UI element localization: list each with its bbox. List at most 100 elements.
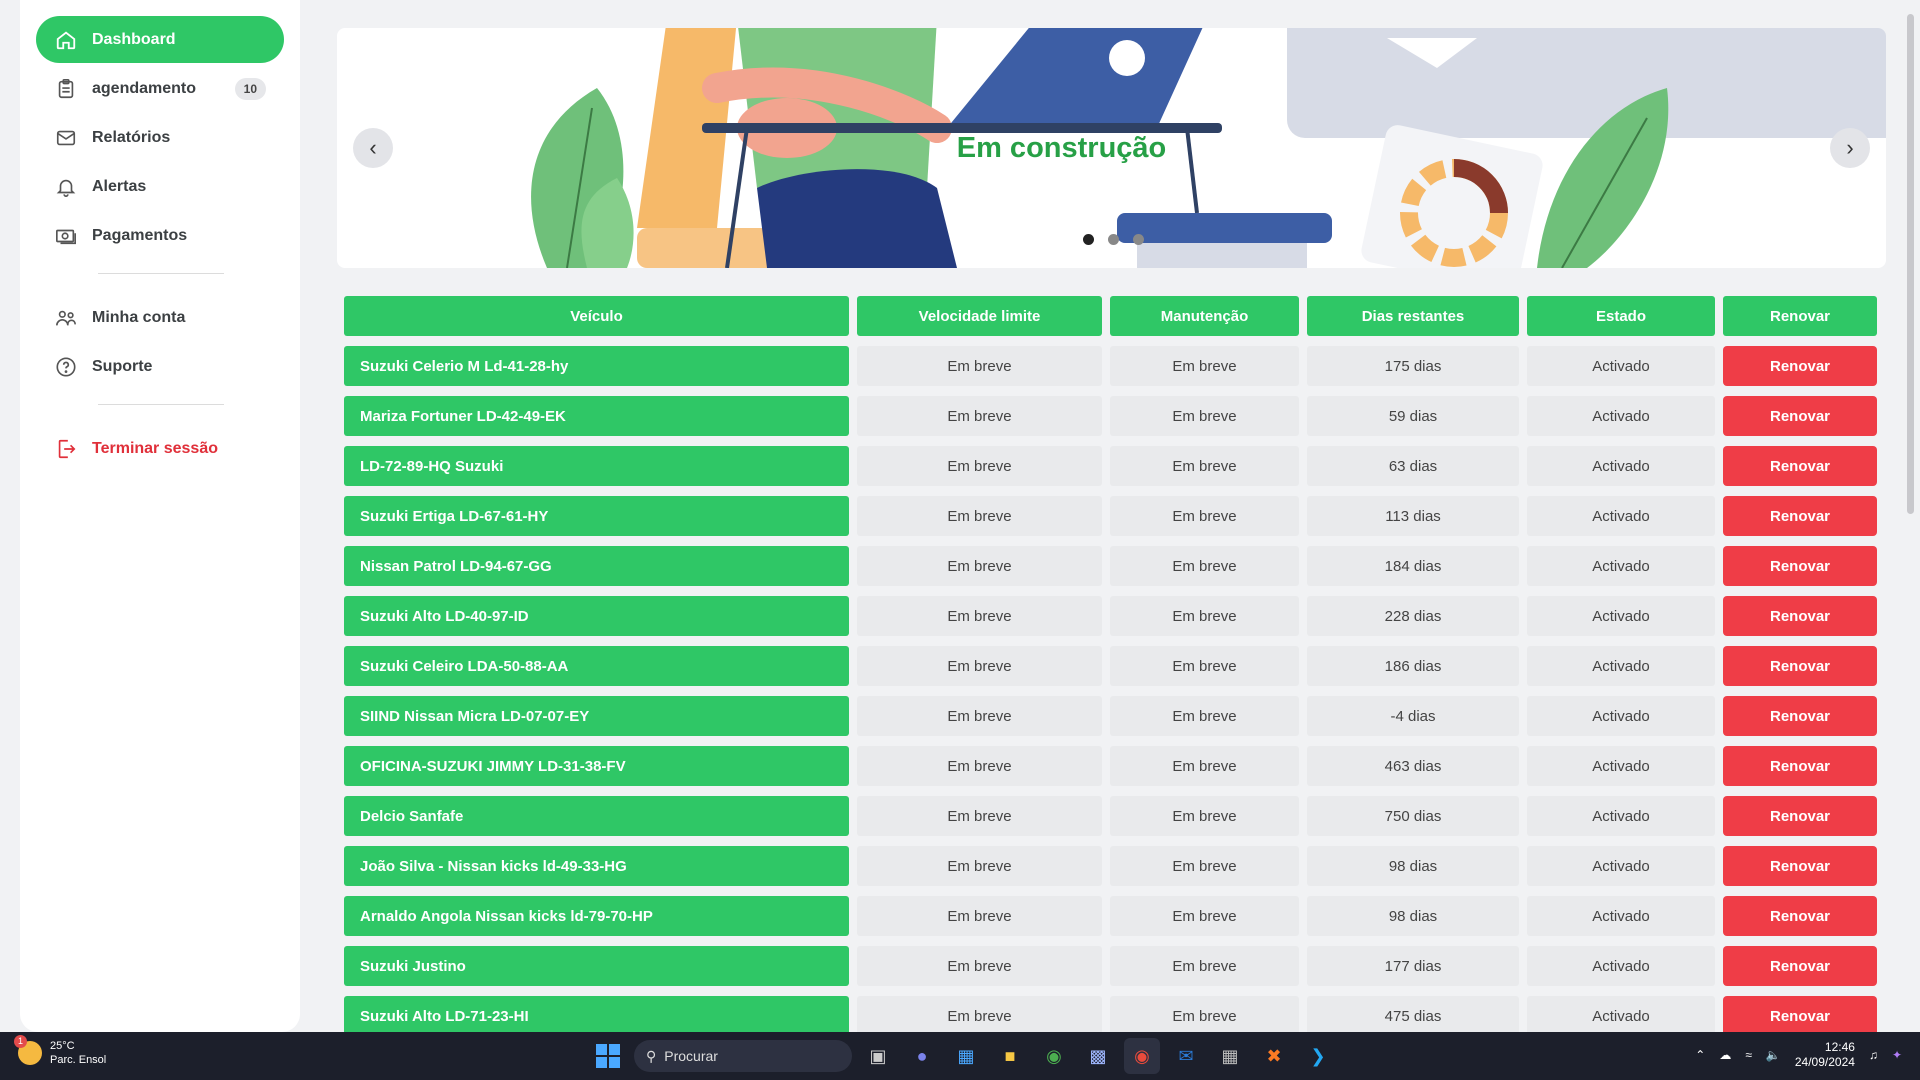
carousel-title: Em construção: [956, 132, 1167, 164]
renew-button[interactable]: Renovar: [1723, 496, 1877, 536]
maintenance-cell: Em breve: [1110, 696, 1299, 736]
clock[interactable]: 12:46 24/09/2024: [1795, 1040, 1855, 1070]
users-icon: [54, 306, 78, 330]
system-tray: ⌃ ☁ ≈ 🔈 12:46 24/09/2024 ♫ ✦: [1695, 1040, 1902, 1070]
table-row: LD-72-89-HQ Suzuki Em breve Em breve 63 dia…: [344, 446, 1877, 486]
count-badge: 10: [234, 77, 266, 100]
onedrive-icon[interactable]: ☁: [1719, 1048, 1731, 1062]
bell-icon: [54, 175, 78, 199]
chrome-icon[interactable]: ◉: [1036, 1038, 1072, 1074]
speed-limit-cell: Em breve: [857, 546, 1102, 586]
renew-button[interactable]: Renovar: [1723, 396, 1877, 436]
renew-button[interactable]: Renovar: [1723, 946, 1877, 986]
sidebar-item-agendamento[interactable]: agendamento 10: [36, 65, 284, 112]
carousel-dot[interactable]: [1108, 234, 1119, 245]
status-cell: Activado: [1527, 646, 1715, 686]
xampp-icon[interactable]: ✖: [1256, 1038, 1292, 1074]
vehicle-cell[interactable]: Suzuki Alto LD-71-23-HI: [344, 996, 849, 1036]
column-header: Renovar: [1723, 296, 1877, 336]
table-row: SIIND Nissan Micra LD-07-07-EY Em breve Em…: [344, 696, 1877, 736]
sidebar-item-relatorios[interactable]: Relatórios: [36, 114, 284, 161]
maintenance-cell: Em breve: [1110, 796, 1299, 836]
carousel-prev-button[interactable]: ‹: [353, 128, 393, 168]
vehicle-cell[interactable]: LD-72-89-HQ Suzuki: [344, 446, 849, 486]
outlook-icon[interactable]: ✉: [1168, 1038, 1204, 1074]
calculator-icon[interactable]: ▦: [1212, 1038, 1248, 1074]
store-icon[interactable]: ▦: [948, 1038, 984, 1074]
renew-button[interactable]: Renovar: [1723, 996, 1877, 1036]
speed-limit-cell: Em breve: [857, 596, 1102, 636]
windows-start-icon[interactable]: [590, 1038, 626, 1074]
sidebar: Dashboard agendamento 10 Relatórios Aler…: [20, 0, 300, 1032]
vehicle-cell[interactable]: SIIND Nissan Micra LD-07-07-EY: [344, 696, 849, 736]
copilot-icon[interactable]: ✦: [1892, 1048, 1902, 1062]
column-header: Estado: [1527, 296, 1715, 336]
vehicle-cell[interactable]: Suzuki Celerio M Ld-41-28-hy: [344, 346, 849, 386]
vehicle-cell[interactable]: Suzuki Celeiro LDA-50-88-AA: [344, 646, 849, 686]
sidebar-item-pagamentos[interactable]: Pagamentos: [36, 212, 284, 259]
maintenance-cell: Em breve: [1110, 846, 1299, 886]
volume-icon[interactable]: 🔈: [1766, 1048, 1781, 1062]
chevron-left-icon: ‹: [369, 135, 377, 160]
renew-button[interactable]: Renovar: [1723, 846, 1877, 886]
days-remaining-cell: 177 dias: [1307, 946, 1519, 986]
sidebar-item-minha-conta[interactable]: Minha conta: [36, 294, 284, 341]
task-view-icon[interactable]: ▣: [860, 1038, 896, 1074]
status-cell: Activado: [1527, 446, 1715, 486]
renew-button[interactable]: Renovar: [1723, 696, 1877, 736]
vehicle-cell[interactable]: Suzuki Alto LD-40-97-ID: [344, 596, 849, 636]
maintenance-cell: Em breve: [1110, 346, 1299, 386]
renew-button[interactable]: Renovar: [1723, 746, 1877, 786]
teams-icon[interactable]: ●: [904, 1038, 940, 1074]
speed-limit-cell: Em breve: [857, 446, 1102, 486]
vehicle-cell[interactable]: Mariza Fortuner LD-42-49-EK: [344, 396, 849, 436]
clock-time: 12:46: [1824, 1040, 1855, 1054]
file-explorer-icon[interactable]: ■: [992, 1038, 1028, 1074]
scrollbar-thumb[interactable]: [1907, 14, 1914, 514]
vscode-icon[interactable]: ❯: [1300, 1038, 1336, 1074]
taskbar-search[interactable]: ⚲ Procurar: [634, 1040, 852, 1072]
maintenance-cell: Em breve: [1110, 946, 1299, 986]
status-cell: Activado: [1527, 896, 1715, 936]
maintenance-cell: Em breve: [1110, 896, 1299, 936]
speed-limit-cell: Em breve: [857, 896, 1102, 936]
mail-icon: [54, 126, 78, 150]
renew-button[interactable]: Renovar: [1723, 646, 1877, 686]
renew-button[interactable]: Renovar: [1723, 896, 1877, 936]
notifications-bell-icon[interactable]: ♫: [1869, 1048, 1878, 1062]
page-scrollbar[interactable]: [1904, 0, 1916, 1032]
sidebar-item-label: Suporte: [92, 357, 153, 375]
wifi-icon[interactable]: ≈: [1745, 1048, 1752, 1062]
vehicle-cell[interactable]: Suzuki Justino: [344, 946, 849, 986]
vehicle-cell[interactable]: Nissan Patrol LD-94-67-GG: [344, 546, 849, 586]
logout-icon: [54, 437, 78, 461]
renew-button[interactable]: Renovar: [1723, 446, 1877, 486]
weather-alert-badge: 1: [14, 1035, 27, 1048]
renew-button[interactable]: Renovar: [1723, 546, 1877, 586]
days-remaining-cell: 463 dias: [1307, 746, 1519, 786]
renew-button[interactable]: Renovar: [1723, 796, 1877, 836]
carousel-dot[interactable]: [1083, 234, 1094, 245]
chevron-up-icon[interactable]: ⌃: [1695, 1048, 1705, 1062]
renew-button[interactable]: Renovar: [1723, 346, 1877, 386]
sidebar-item-alertas[interactable]: Alertas: [36, 163, 284, 210]
renew-button[interactable]: Renovar: [1723, 596, 1877, 636]
vehicle-cell[interactable]: João Silva - Nissan kicks ld-49-33-HG: [344, 846, 849, 886]
weather-widget[interactable]: 1 25°C Parc. Ensol: [14, 1035, 106, 1067]
vehicle-cell[interactable]: Arnaldo Angola Nissan kicks ld-79-70-HP: [344, 896, 849, 936]
maintenance-cell: Em breve: [1110, 596, 1299, 636]
maintenance-cell: Em breve: [1110, 546, 1299, 586]
sidebar-item-dashboard[interactable]: Dashboard: [36, 16, 284, 63]
carousel-dot[interactable]: [1133, 234, 1144, 245]
remote-desktop-icon[interactable]: ▩: [1080, 1038, 1116, 1074]
sidebar-item-suporte[interactable]: Suporte: [36, 343, 284, 390]
status-cell: Activado: [1527, 696, 1715, 736]
logout-button[interactable]: Terminar sessão: [36, 425, 284, 472]
vehicle-cell[interactable]: OFICINA-SUZUKI JIMMY LD-31-38-FV: [344, 746, 849, 786]
chrome-active-icon[interactable]: ◉: [1124, 1038, 1160, 1074]
vehicle-cell[interactable]: Delcio Sanfafe: [344, 796, 849, 836]
carousel-next-button[interactable]: ›: [1830, 128, 1870, 168]
vehicle-cell[interactable]: Suzuki Ertiga LD-67-61-HY: [344, 496, 849, 536]
column-header: Dias restantes: [1307, 296, 1519, 336]
sidebar-item-label: Pagamentos: [92, 226, 188, 244]
